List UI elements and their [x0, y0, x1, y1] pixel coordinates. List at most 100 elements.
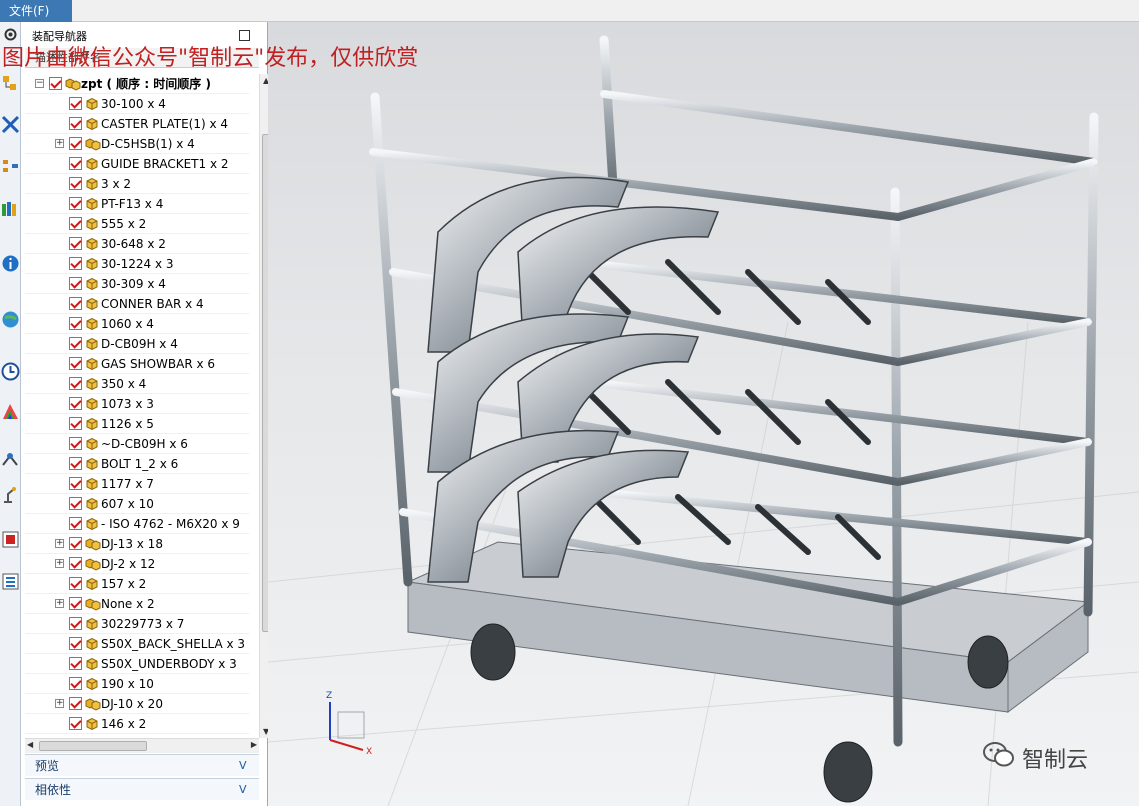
- web-browser-icon[interactable]: [1, 310, 20, 329]
- hscrollbar-thumb[interactable]: [39, 741, 147, 751]
- expand-toggle-icon[interactable]: +: [55, 599, 64, 608]
- tree-row[interactable]: D-CB09H x 4: [25, 334, 249, 354]
- assembly-navigator-icon[interactable]: [1, 74, 20, 93]
- visibility-checkbox[interactable]: [69, 157, 82, 170]
- tree-row[interactable]: + None x 2: [25, 594, 249, 614]
- visibility-checkbox[interactable]: [69, 437, 82, 450]
- visibility-checkbox[interactable]: [69, 497, 82, 510]
- tree-row[interactable]: CONNER BAR x 4: [25, 294, 249, 314]
- tree-row[interactable]: 1073 x 3: [25, 394, 249, 414]
- visibility-checkbox[interactable]: [69, 417, 82, 430]
- visibility-checkbox[interactable]: [69, 537, 82, 550]
- visibility-checkbox[interactable]: [69, 477, 82, 490]
- visibility-checkbox[interactable]: [69, 357, 82, 370]
- tree-row[interactable]: S50X_UNDERBODY x 3: [25, 654, 249, 674]
- tree-row[interactable]: 607 x 10: [25, 494, 249, 514]
- brand-label: 智制云: [1022, 748, 1089, 773]
- visibility-checkbox[interactable]: [69, 597, 82, 610]
- system-materials-icon[interactable]: [1, 572, 20, 591]
- chevron-down-icon[interactable]: V: [239, 755, 247, 777]
- visibility-checkbox[interactable]: [69, 697, 82, 710]
- visibility-checkbox[interactable]: [69, 677, 82, 690]
- visibility-checkbox[interactable]: [69, 317, 82, 330]
- tree-row[interactable]: 30229773 x 7: [25, 614, 249, 634]
- horizontal-scrollbar[interactable]: ◀ ▶: [25, 738, 259, 753]
- expand-toggle-icon[interactable]: +: [55, 559, 64, 568]
- reuse-library-icon[interactable]: [1, 200, 20, 219]
- tree-row[interactable]: 350 x 4: [25, 374, 249, 394]
- tree-row[interactable]: 1060 x 4: [25, 314, 249, 334]
- visibility-checkbox[interactable]: [69, 717, 82, 730]
- constraint-navigator-icon[interactable]: [1, 115, 20, 134]
- collapse-toggle-icon[interactable]: −: [35, 79, 44, 88]
- visibility-checkbox[interactable]: [69, 637, 82, 650]
- tree-row[interactable]: GAS SHOWBAR x 6: [25, 354, 249, 374]
- scroll-left-icon[interactable]: ◀: [27, 740, 33, 749]
- graphics-viewport[interactable]: Z X: [268, 22, 1139, 806]
- tree-row[interactable]: PT-F13 x 4: [25, 194, 249, 214]
- tree-root-row[interactable]: − zpt ( 顺序 : 时间顺序 ): [25, 74, 249, 94]
- visibility-checkbox[interactable]: [69, 337, 82, 350]
- chevron-down-icon[interactable]: V: [239, 779, 247, 801]
- visibility-checkbox[interactable]: [69, 137, 82, 150]
- visibility-checkbox[interactable]: [69, 657, 82, 670]
- tree-row[interactable]: - ISO 4762 - M6X20 x 9: [25, 514, 249, 534]
- palette-icon[interactable]: [1, 402, 20, 421]
- tree-row[interactable]: 190 x 10: [25, 674, 249, 694]
- visibility-checkbox[interactable]: [69, 297, 82, 310]
- visibility-checkbox[interactable]: [69, 217, 82, 230]
- visibility-checkbox[interactable]: [69, 277, 82, 290]
- tree-row[interactable]: 157 x 2: [25, 574, 249, 594]
- info-icon[interactable]: [1, 254, 20, 273]
- tree-row[interactable]: 555 x 2: [25, 214, 249, 234]
- visibility-checkbox[interactable]: [49, 77, 62, 90]
- part-navigator-icon[interactable]: [1, 157, 20, 176]
- tree-row[interactable]: 3 x 2: [25, 174, 249, 194]
- tree-row-label: DJ-2 x 12: [101, 557, 156, 571]
- scroll-right-icon[interactable]: ▶: [251, 740, 257, 749]
- tree-row[interactable]: CASTER PLATE(1) x 4: [25, 114, 249, 134]
- file-menu[interactable]: 文件(F): [0, 0, 72, 22]
- component-icon: [85, 97, 99, 111]
- visibility-checkbox[interactable]: [69, 617, 82, 630]
- component-icon: [85, 357, 99, 371]
- expand-toggle-icon[interactable]: +: [55, 699, 64, 708]
- visibility-checkbox[interactable]: [69, 517, 82, 530]
- expand-toggle-icon[interactable]: +: [55, 139, 64, 148]
- tree-row[interactable]: ~D-CB09H x 6: [25, 434, 249, 454]
- visibility-checkbox[interactable]: [69, 377, 82, 390]
- tree-row[interactable]: 1126 x 5: [25, 414, 249, 434]
- tree-row[interactable]: + D-C5HSB(1) x 4: [25, 134, 249, 154]
- tree-row[interactable]: + DJ-2 x 12: [25, 554, 249, 574]
- history-icon[interactable]: [1, 362, 20, 381]
- visibility-checkbox[interactable]: [69, 577, 82, 590]
- tree-row[interactable]: BOLT 1_2 x 6: [25, 454, 249, 474]
- roles-icon[interactable]: [1, 530, 20, 549]
- tree-row[interactable]: 30-1224 x 3: [25, 254, 249, 274]
- tree-row[interactable]: GUIDE BRACKET1 x 2: [25, 154, 249, 174]
- visibility-checkbox[interactable]: [69, 557, 82, 570]
- tree-row[interactable]: + DJ-10 x 20: [25, 694, 249, 714]
- visibility-checkbox[interactable]: [69, 257, 82, 270]
- tree-row-label: CONNER BAR x 4: [101, 297, 204, 311]
- tree-row[interactable]: 1177 x 7: [25, 474, 249, 494]
- tree-row[interactable]: 30-100 x 4: [25, 94, 249, 114]
- visibility-checkbox[interactable]: [69, 457, 82, 470]
- visibility-checkbox[interactable]: [69, 197, 82, 210]
- visibility-checkbox[interactable]: [69, 177, 82, 190]
- tree-row[interactable]: 30-648 x 2: [25, 234, 249, 254]
- tree-row[interactable]: 146 x 2: [25, 714, 249, 734]
- expand-toggle-icon[interactable]: +: [55, 539, 64, 548]
- tree-row[interactable]: S50X_BACK_SHELLA x 3: [25, 634, 249, 654]
- tree-row[interactable]: + DJ-13 x 18: [25, 534, 249, 554]
- process-studio-icon[interactable]: [1, 450, 20, 469]
- dependencies-section[interactable]: 相依性 V: [25, 778, 259, 800]
- visibility-checkbox[interactable]: [69, 97, 82, 110]
- visibility-checkbox[interactable]: [69, 397, 82, 410]
- robot-icon[interactable]: [1, 485, 20, 504]
- visibility-checkbox[interactable]: [69, 117, 82, 130]
- svg-text:X: X: [366, 747, 372, 757]
- preview-section[interactable]: 预览 V: [25, 754, 259, 776]
- visibility-checkbox[interactable]: [69, 237, 82, 250]
- tree-row[interactable]: 30-309 x 4: [25, 274, 249, 294]
